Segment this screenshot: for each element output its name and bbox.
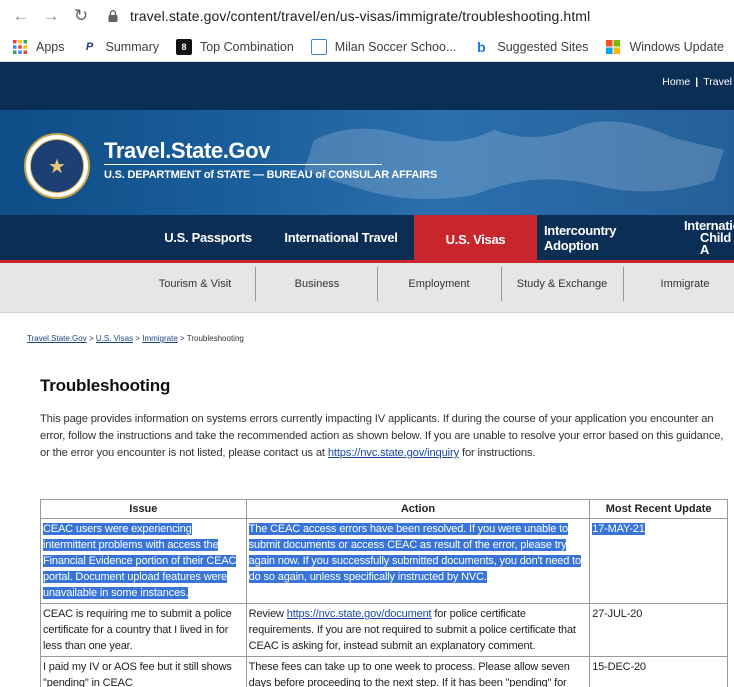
main-navigation: U.S. Passports International Travel U.S.…: [0, 215, 734, 263]
cell-issue: I paid my IV or AOS fee but it still sho…: [40, 656, 247, 687]
nvc-inquiry-link[interactable]: https://nvc.state.gov/inquiry: [328, 447, 459, 459]
subnav-divider: [255, 267, 256, 301]
subnav-immigrate[interactable]: Immigrate: [626, 263, 734, 305]
url-text: travel.state.gov/content/travel/en/us-vi…: [130, 8, 591, 24]
breadcrumb-separator: >: [135, 334, 140, 343]
table-row: CEAC is requiring me to submit a police …: [40, 603, 728, 657]
nav-international-travel[interactable]: International Travel: [278, 215, 404, 260]
selected-text: 17-MAY-21: [592, 523, 645, 535]
bookmark-label: Suggested Sites: [497, 39, 589, 54]
bookmark-summary[interactable]: P Summary: [82, 39, 159, 55]
breadcrumb-current: Troubleshooting: [186, 334, 244, 343]
site-subtitle: U.S. DEPARTMENT of STATE — BUREAU of CON…: [104, 169, 438, 181]
breadcrumb: Travel.State.Gov > U.S. Visas > Immigrat…: [27, 334, 244, 343]
bookmark-suggested-sites[interactable]: b Suggested Sites: [473, 39, 588, 55]
intro-paragraph: This page provides information on system…: [40, 411, 728, 462]
cell-action: These fees can take up to one week to pr…: [245, 656, 591, 687]
cell-updated: 27-JUL-20: [589, 603, 728, 657]
bookmark-apps[interactable]: Apps: [12, 39, 65, 55]
site-banner: ★ Travel.State.Gov U.S. DEPARTMENT of ST…: [0, 110, 734, 215]
bookmarks-bar: Apps P Summary 8 Top Combination Milan S…: [0, 32, 734, 62]
bookmark-top-combination[interactable]: 8 Top Combination: [175, 38, 294, 55]
back-arrow-icon[interactable]: ←: [8, 4, 34, 28]
bookmark-label: Milan Soccer Schoo...: [334, 39, 457, 54]
apps-grid-icon: [13, 39, 27, 54]
breadcrumb-home-link[interactable]: Travel.State.Gov: [27, 334, 87, 343]
top-links: Home | Travel: [662, 76, 732, 88]
table-row: I paid my IV or AOS fee but it still sho…: [40, 656, 728, 687]
breadcrumb-visas-link[interactable]: U.S. Visas: [96, 334, 133, 343]
blank-page-icon: [310, 38, 327, 55]
header-updated: Most Recent Update: [589, 499, 728, 519]
bookmark-windows-update[interactable]: Windows Update: [605, 39, 724, 55]
sub-navigation: Tourism & Visit Business Employment Stud…: [0, 263, 734, 313]
subnav-divider: [501, 267, 502, 301]
bookmark-label: Windows Update: [629, 39, 724, 54]
title-divider: [104, 164, 382, 165]
cell-issue: CEAC users were experiencing intermitten…: [40, 518, 247, 604]
cell-action: The CEAC access errors have been resolve…: [245, 518, 591, 604]
forward-arrow-icon[interactable]: →: [38, 4, 64, 28]
windows-logo-icon: [606, 39, 621, 54]
subnav-tourism-visit[interactable]: Tourism & Visit: [138, 263, 252, 305]
cell-updated: 17-MAY-21: [589, 518, 728, 604]
action-text: Review: [248, 608, 287, 620]
breadcrumb-separator: >: [88, 334, 94, 343]
table-header-row: Issue Action Most Recent Update: [40, 499, 728, 519]
paypal-icon: P: [85, 40, 94, 53]
subnav-divider: [623, 267, 624, 301]
cell-updated: 15-DEC-20: [589, 656, 728, 687]
nvc-document-link[interactable]: https://nvc.state.gov/document: [287, 608, 432, 620]
header-action: Action: [245, 499, 591, 519]
intro-tail: for instructions.: [459, 447, 536, 459]
bookmark-label: Summary: [105, 39, 159, 54]
nav-us-visas[interactable]: U.S. Visas: [414, 215, 537, 263]
site-title[interactable]: Travel.State.Gov: [104, 138, 270, 164]
nav-label-line-2: Child A: [700, 229, 731, 257]
nav-international-child-abduction[interactable]: Internatio Child A: [684, 215, 734, 260]
nav-intercountry-adoption[interactable]: Intercountry Adoption: [544, 215, 672, 260]
breadcrumb-separator: >: [180, 334, 185, 343]
bing-icon: b: [477, 38, 486, 55]
travel-link[interactable]: Travel: [703, 76, 732, 88]
world-map-graphic: [304, 121, 724, 199]
selected-text: The CEAC access errors have been resolve…: [248, 523, 582, 583]
bookmark-milan-soccer[interactable]: Milan Soccer Schoo...: [310, 38, 457, 55]
lock-icon: [108, 10, 118, 22]
subnav-business[interactable]: Business: [258, 263, 376, 305]
reload-icon[interactable]: ↻: [68, 4, 94, 28]
selected-text: CEAC users were experiencing intermitten…: [43, 523, 237, 599]
bookmark-label: Apps: [36, 39, 65, 54]
page-title: Troubleshooting: [40, 376, 171, 395]
troubleshooting-table: Issue Action Most Recent Update CEAC use…: [40, 499, 728, 687]
url-field[interactable]: travel.state.gov/content/travel/en/us-vi…: [106, 8, 590, 24]
department-seal-logo[interactable]: ★: [24, 133, 90, 199]
subnav-divider: [377, 267, 378, 301]
home-link[interactable]: Home: [662, 76, 690, 88]
lottery-icon: 8: [175, 38, 192, 55]
top-links-separator: |: [695, 76, 699, 88]
eagle-icon: ★: [30, 139, 84, 193]
browser-address-bar: ← → ↻ travel.state.gov/content/travel/en…: [0, 0, 734, 32]
cell-issue: CEAC is requiring me to submit a police …: [40, 603, 247, 657]
subnav-employment[interactable]: Employment: [380, 263, 498, 305]
breadcrumb-immigrate-link[interactable]: Immigrate: [142, 334, 178, 343]
bookmark-label: Top Combination: [199, 39, 294, 54]
cell-action: Review https://nvc.state.gov/document fo…: [245, 603, 591, 657]
table-row: CEAC users were experiencing intermitten…: [40, 518, 728, 604]
site-top-strip: Home | Travel: [0, 62, 734, 110]
subnav-study-exchange[interactable]: Study & Exchange: [503, 263, 621, 305]
header-issue: Issue: [40, 499, 247, 519]
nav-us-passports[interactable]: U.S. Passports: [148, 215, 268, 260]
